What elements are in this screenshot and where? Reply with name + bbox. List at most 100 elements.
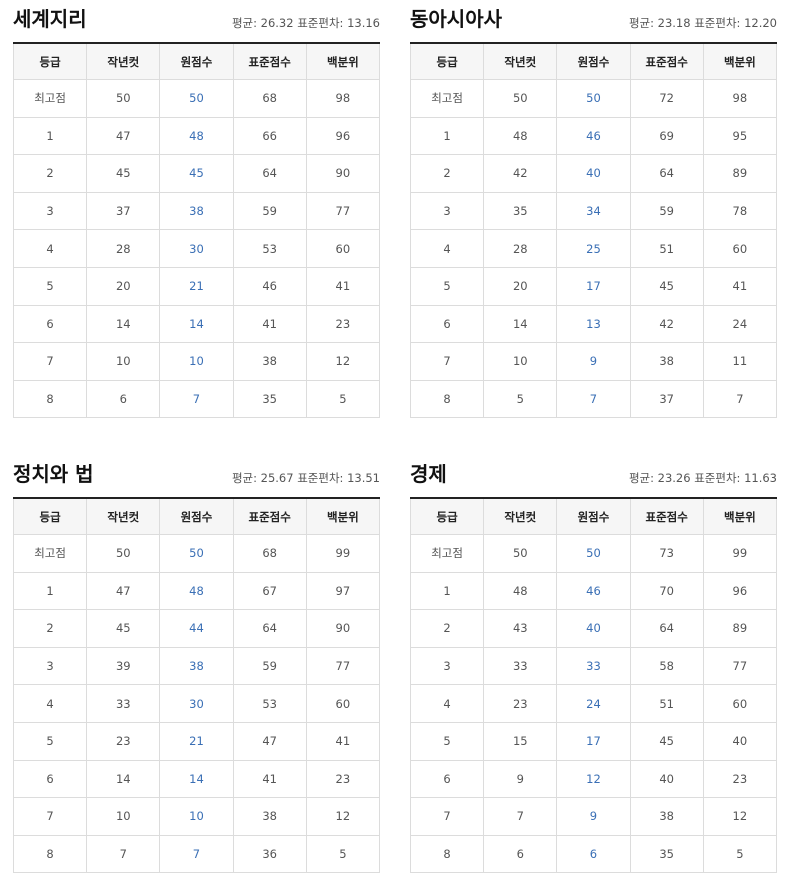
cell-last-year-cut: 20 (86, 266, 161, 306)
column-header-standard-score: 표준점수 (629, 43, 704, 80)
cell-last-year-cut: 37 (86, 191, 161, 231)
cell-raw-score: 21 (159, 721, 234, 761)
table-row: 5 20 17 45 41 (409, 266, 778, 306)
cell-standard-score: 47 (232, 721, 307, 761)
table-row: 3 39 38 59 77 (12, 646, 381, 686)
cell-raw-score: 24 (556, 684, 631, 723)
panel-world-geography: 세계지리 평균: 26.32 표준편차: 13.16 등급 작년컷 원점수 표준점수 백… (12, 0, 381, 419)
column-header-percentile: 백분위 (702, 498, 778, 535)
cell-grade: 2 (12, 154, 88, 193)
cell-standard-score: 38 (232, 342, 307, 381)
cell-percentile: 89 (702, 609, 778, 648)
cell-standard-score: 45 (629, 266, 704, 306)
cell-standard-score: 51 (629, 229, 704, 268)
cell-standard-score: 59 (232, 646, 307, 686)
cell-raw-score: 46 (556, 571, 631, 611)
cell-percentile: 60 (702, 684, 778, 723)
column-header-last-year-cut: 작년컷 (483, 498, 558, 535)
cell-raw-score: 30 (159, 229, 234, 268)
cell-grade: 5 (409, 266, 485, 306)
cell-standard-score: 36 (232, 834, 307, 874)
cell-raw-score: 7 (159, 379, 234, 419)
column-header-grade: 등급 (409, 43, 485, 80)
cell-raw-score: 7 (159, 834, 234, 874)
cell-percentile: 98 (305, 79, 381, 118)
table-row: 8 6 7 35 5 (12, 379, 381, 419)
table-row: 1 47 48 66 96 (12, 116, 381, 156)
column-header-percentile: 백분위 (702, 43, 778, 80)
cell-standard-score: 68 (232, 534, 307, 573)
cell-raw-score: 9 (556, 342, 631, 381)
cell-standard-score: 41 (232, 304, 307, 344)
cell-percentile: 99 (702, 534, 778, 573)
cell-percentile: 78 (702, 191, 778, 231)
cell-raw-score: 34 (556, 191, 631, 231)
cell-grade: 2 (409, 609, 485, 648)
cell-standard-score: 67 (232, 571, 307, 611)
cell-percentile: 41 (305, 266, 381, 306)
table-row: 최고점 50 50 72 98 (409, 79, 778, 118)
cell-standard-score: 38 (629, 797, 704, 836)
column-header-percentile: 백분위 (305, 43, 381, 80)
cell-percentile: 89 (702, 154, 778, 193)
cell-standard-score: 68 (232, 79, 307, 118)
cell-grade: 3 (12, 646, 88, 686)
cell-last-year-cut: 50 (483, 534, 558, 573)
header-row: 등급 작년컷 원점수 표준점수 백분위 (12, 498, 381, 535)
header-row: 등급 작년컷 원점수 표준점수 백분위 (409, 498, 778, 535)
column-header-raw-score: 원점수 (556, 498, 631, 535)
panel-politics-and-law: 정치와 법 평균: 25.67 표준편차: 13.51 등급 작년컷 원점수 표준점수… (12, 455, 381, 874)
table-row: 7 10 9 38 11 (409, 342, 778, 381)
cell-grade: 3 (409, 191, 485, 231)
cell-last-year-cut: 50 (86, 79, 161, 118)
cell-last-year-cut: 6 (86, 379, 161, 419)
table-row: 3 33 33 58 77 (409, 646, 778, 686)
cell-percentile: 77 (305, 646, 381, 686)
table-row: 6 14 14 41 23 (12, 759, 381, 799)
cell-standard-score: 38 (629, 342, 704, 381)
cell-grade: 2 (12, 609, 88, 648)
cell-percentile: 99 (305, 534, 381, 573)
panel-east-asian-history: 동아시아사 평균: 23.18 표준편차: 12.20 등급 작년컷 원점수 표준점수… (409, 0, 778, 419)
cell-percentile: 60 (305, 229, 381, 268)
cell-standard-score: 64 (629, 154, 704, 193)
table-row: 5 23 21 47 41 (12, 721, 381, 761)
table-row: 7 7 9 38 12 (409, 797, 778, 836)
column-header-grade: 등급 (409, 498, 485, 535)
cell-last-year-cut: 14 (86, 304, 161, 344)
table-row: 4 28 25 51 60 (409, 229, 778, 268)
cell-last-year-cut: 47 (86, 571, 161, 611)
cell-raw-score: 44 (159, 609, 234, 648)
cell-grade: 6 (12, 759, 88, 799)
panel-title: 동아시아사 (410, 7, 502, 31)
table-row: 2 45 44 64 90 (12, 609, 381, 648)
cell-standard-score: 59 (232, 191, 307, 231)
cell-last-year-cut: 28 (483, 229, 558, 268)
table-row: 4 23 24 51 60 (409, 684, 778, 723)
cell-percentile: 41 (305, 721, 381, 761)
grade-table: 등급 작년컷 원점수 표준점수 백분위 최고점 50 50 73 99 1 48 46 70 96 2 43 40… (409, 497, 778, 874)
cell-last-year-cut: 45 (86, 154, 161, 193)
cell-percentile: 23 (702, 759, 778, 799)
cell-percentile: 5 (305, 379, 381, 419)
cell-standard-score: 72 (629, 79, 704, 118)
table-row: 최고점 50 50 68 99 (12, 534, 381, 573)
cell-percentile: 90 (305, 154, 381, 193)
panel-stats: 평균: 23.18 표준편차: 12.20 (628, 16, 777, 30)
cell-grade: 6 (12, 304, 88, 344)
table-row: 2 42 40 64 89 (409, 154, 778, 193)
panel-title: 정치와 법 (13, 462, 94, 486)
cell-last-year-cut: 5 (483, 379, 558, 419)
cell-last-year-cut: 35 (483, 191, 558, 231)
cell-last-year-cut: 33 (483, 646, 558, 686)
cell-last-year-cut: 7 (483, 797, 558, 836)
cell-percentile: 77 (305, 191, 381, 231)
cell-percentile: 12 (702, 797, 778, 836)
column-header-grade: 등급 (12, 43, 88, 80)
panel-title: 경제 (410, 462, 447, 486)
cell-standard-score: 41 (232, 759, 307, 799)
cell-standard-score: 58 (629, 646, 704, 686)
cell-grade: 최고점 (409, 534, 485, 573)
cell-percentile: 7 (702, 379, 778, 419)
cell-raw-score: 7 (556, 379, 631, 419)
